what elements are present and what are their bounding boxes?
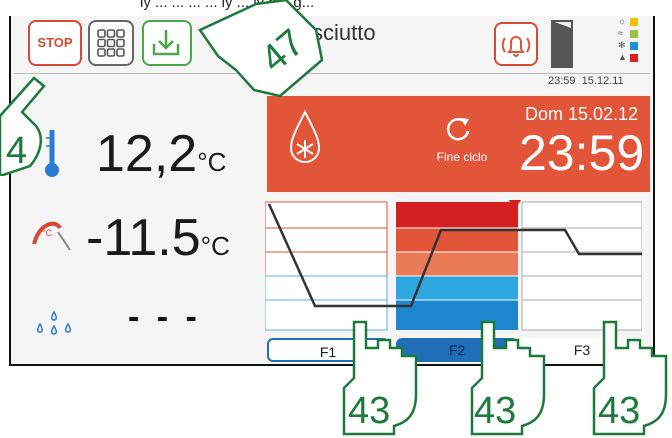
ice-icon: ▲	[618, 52, 627, 62]
header-divider	[14, 73, 650, 74]
chamber-temperature: 12,2°C	[96, 124, 226, 184]
alarm-bell-icon	[501, 36, 531, 57]
probe-temperature: -11.5°C	[86, 208, 230, 268]
banner-time: 23:59	[519, 125, 645, 181]
cycle-end-label: Fine ciclo	[436, 150, 488, 164]
menu-grid-button[interactable]	[88, 20, 134, 66]
chamber-temp-unit: °C	[197, 147, 227, 177]
grid-icon	[97, 29, 125, 57]
hand-label-bottom-2: 43	[474, 390, 517, 432]
status-legend: ☼ ≈ ✻ ▲	[618, 16, 648, 66]
cycle-status-banner: Fine ciclo Dom 15.02.12 23:59	[267, 96, 650, 192]
legend-green	[630, 30, 638, 38]
hand-label-bottom-1: 43	[348, 390, 391, 432]
probe-icon: °C	[32, 221, 71, 251]
humidity-drops-icon	[37, 310, 71, 335]
humidity-value: - - -	[128, 298, 201, 336]
probe-temp-value: -11.5	[86, 209, 201, 267]
banner-date: Dom 15.02.12	[525, 104, 639, 124]
alarm-button[interactable]	[494, 22, 538, 66]
phase-f2-grid	[396, 202, 518, 330]
svg-text:°C: °C	[42, 228, 53, 238]
snow-icon: ✻	[618, 40, 626, 50]
legend-red	[630, 54, 638, 62]
door-open-icon	[551, 20, 573, 68]
download-button[interactable]	[142, 20, 192, 66]
phase-f3-grid	[521, 201, 642, 331]
probe-temp-unit: °C	[200, 231, 230, 261]
hand-label-top-left: 4	[6, 130, 28, 172]
drop-snowflake-icon	[289, 109, 321, 163]
legend-blue	[630, 42, 638, 50]
wind-icon: ≈	[618, 28, 623, 38]
phase-f1-grid	[265, 201, 388, 331]
hand-label-bottom-3: 43	[598, 390, 641, 432]
cycle-phase-chart	[265, 200, 642, 331]
download-icon	[152, 30, 180, 56]
refresh-icon	[446, 118, 470, 141]
status-datetime: 23:59 15.12.11	[548, 75, 624, 87]
sun-icon: ☼	[618, 16, 627, 26]
chamber-temp-value: 12,2	[96, 125, 198, 183]
legend-yellow	[630, 18, 638, 26]
